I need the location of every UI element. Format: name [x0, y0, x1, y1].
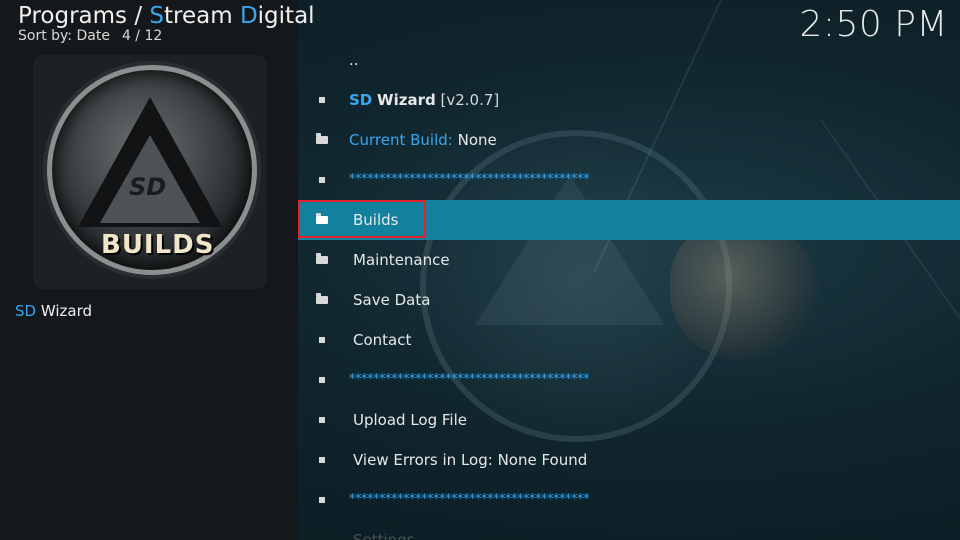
breadcrumb: Programs / Stream Digital [18, 3, 315, 29]
builds-label: Builds [353, 211, 399, 229]
list-item-upload-log[interactable]: Upload Log File [298, 400, 960, 440]
kodi-screen: Programs / Stream Digital Sort by: Date 4… [0, 0, 960, 540]
folder-icon [316, 200, 328, 240]
folder-icon [316, 240, 328, 280]
info-panel: Programs / Stream Digital Sort by: Date 4… [0, 0, 315, 540]
view-errors-label: View Errors in Log: None Found [353, 451, 588, 469]
parent-folder-label: .. [349, 51, 359, 69]
list-item-save-data[interactable]: Save Data [298, 280, 960, 320]
sort-label: Sort by: Date [18, 28, 110, 44]
list-item-wizard[interactable]: SD Wizard [v2.0.7] [298, 80, 960, 120]
breadcrumb-separator: / [134, 3, 143, 29]
list-item-maintenance[interactable]: Maintenance [298, 240, 960, 280]
save-data-label: Save Data [353, 291, 431, 309]
breadcrumb-section: Programs [18, 3, 128, 29]
bullet-icon [316, 320, 328, 360]
folder-icon [316, 280, 328, 320]
breadcrumb-addon: Stream Digital [149, 3, 315, 29]
bullet-icon [316, 440, 328, 480]
thumbnail-monogram: SD [129, 173, 167, 201]
list-item-current-build[interactable]: Current Build: None [298, 120, 960, 160]
folder-icon [316, 120, 328, 160]
thumbnail-caption: BUILDS [101, 230, 215, 260]
divider-stars: **************************************** [349, 372, 590, 387]
current-build-label: Current Build: [349, 131, 453, 149]
wizard-accent: SD [349, 91, 373, 109]
list-item-builds[interactable]: Builds [298, 200, 960, 240]
list-item-view-errors[interactable]: View Errors in Log: None Found [298, 440, 960, 480]
sort-info: Sort by: Date 4 / 12 [18, 28, 162, 44]
list-item-parent[interactable]: .. [298, 40, 960, 80]
upload-log-label: Upload Log File [353, 411, 467, 429]
current-build-value: None [457, 131, 497, 149]
list-item-divider[interactable]: **************************************** [298, 160, 960, 200]
list-item-divider-3[interactable]: **************************************** [298, 480, 960, 520]
list-item-contact[interactable]: Contact [298, 320, 960, 360]
item-position: 4 / 12 [121, 28, 163, 44]
menu-list: .. SD Wizard [v2.0.7] Current Build: Non… [298, 40, 960, 540]
bullet-icon [316, 480, 328, 520]
settings-label: Settings [353, 531, 415, 540]
addon-name: SD Wizard [15, 302, 93, 320]
addon-thumbnail: SD BUILDS [33, 55, 267, 289]
wizard-name: Wizard [377, 91, 436, 109]
bullet-icon [316, 400, 328, 440]
bullet-icon [316, 360, 328, 400]
contact-label: Contact [353, 331, 412, 349]
bullet-icon [316, 80, 328, 120]
list-item-divider-2[interactable]: **************************************** [298, 360, 960, 400]
maintenance-label: Maintenance [353, 251, 450, 269]
divider-stars: **************************************** [349, 172, 590, 187]
wizard-version: [v2.0.7] [440, 91, 500, 109]
clock: 2:50 PM [799, 4, 948, 45]
divider-stars: **************************************** [349, 492, 590, 507]
list-item-settings[interactable]: Settings [298, 520, 960, 540]
bullet-icon [316, 160, 328, 200]
